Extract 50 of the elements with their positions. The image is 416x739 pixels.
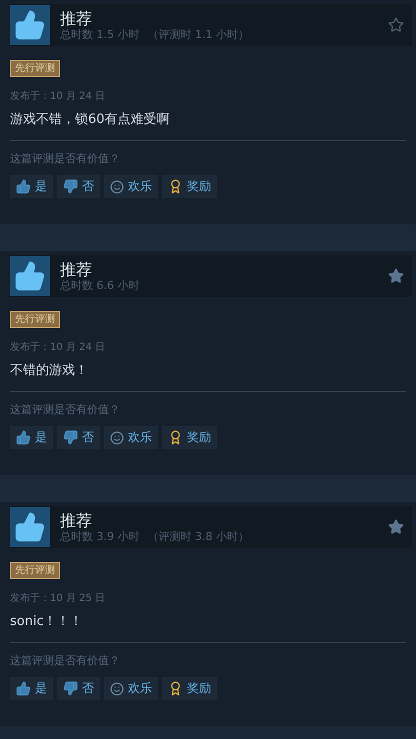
yes-button[interactable]: 是: [10, 175, 53, 198]
review-verdict: 推荐: [60, 8, 93, 28]
thumbs-down-icon: [63, 681, 78, 696]
star-icon[interactable]: [388, 519, 404, 535]
funny-button[interactable]: 欢乐: [104, 175, 158, 198]
posted-date: 发布于：10 月 25 日: [10, 592, 106, 605]
thumbs-up-avatar: [10, 5, 50, 45]
helpful-question: 这篇评测是否有价值？: [10, 653, 121, 668]
posted-date: 发布于：10 月 24 日: [10, 341, 106, 354]
review-verdict: 推荐: [60, 510, 93, 530]
thumbs-up-avatar: [10, 256, 50, 296]
thumbs-up-icon: [16, 681, 31, 696]
posted-date: 发布于：10 月 24 日: [10, 90, 106, 103]
early-access-tag: 先行评测: [10, 60, 60, 77]
helpful-question: 这篇评测是否有价值？: [10, 151, 121, 166]
award-button[interactable]: 奖励: [162, 677, 217, 700]
no-button[interactable]: 否: [57, 677, 100, 700]
thumbs-down-icon: [63, 430, 78, 445]
thumbs-up-icon: [16, 430, 31, 445]
playtime: 总时数 3.9 小时: [60, 530, 140, 544]
star-icon[interactable]: [388, 17, 404, 33]
yes-button[interactable]: 是: [10, 426, 53, 449]
no-button[interactable]: 否: [57, 426, 100, 449]
award-icon: [168, 430, 183, 445]
review-text: 游戏不错，锁60有点难受啊: [10, 111, 171, 128]
yes-button[interactable]: 是: [10, 677, 53, 700]
review-text: sonic！！！: [10, 613, 84, 630]
early-access-tag: 先行评测: [10, 562, 60, 579]
award-button[interactable]: 奖励: [162, 175, 217, 198]
award-button[interactable]: 奖励: [162, 426, 217, 449]
award-icon: [168, 681, 183, 696]
smiley-icon: [110, 682, 124, 696]
award-icon: [168, 179, 183, 194]
playtime: 总时数 1.5 小时: [60, 28, 140, 42]
early-access-tag: 先行评测: [10, 311, 60, 328]
thumbs-down-icon: [63, 179, 78, 194]
no-button[interactable]: 否: [57, 175, 100, 198]
smiley-icon: [110, 430, 124, 444]
helpful-question: 这篇评测是否有价值？: [10, 402, 121, 417]
funny-button[interactable]: 欢乐: [104, 677, 158, 700]
thumbs-up-avatar: [10, 507, 50, 547]
playtime: 总时数 6.6 小时: [60, 278, 140, 292]
funny-button[interactable]: 欢乐: [104, 426, 158, 449]
review-playtime: （评测时 3.8 小时）: [148, 530, 249, 544]
review-text: 不错的游戏！: [10, 362, 89, 379]
star-icon[interactable]: [388, 268, 404, 284]
review-playtime: （评测时 1.1 小时）: [148, 28, 249, 42]
smiley-icon: [110, 180, 124, 194]
thumbs-up-icon: [16, 179, 31, 194]
review-verdict: 推荐: [60, 260, 93, 278]
